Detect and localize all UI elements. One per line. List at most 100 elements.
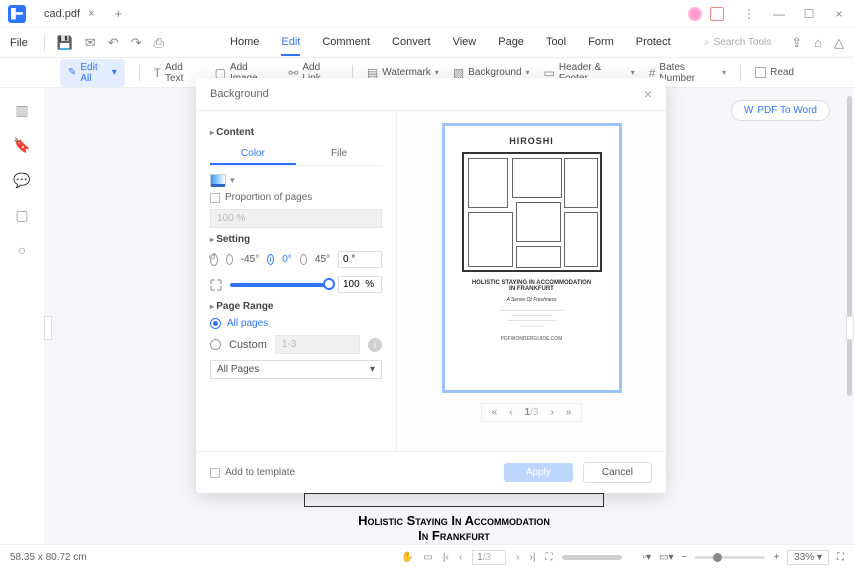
page-indicator: 1/3 — [525, 407, 539, 418]
apply-button[interactable]: Apply — [504, 463, 573, 482]
undo-icon[interactable]: ↶ — [108, 35, 119, 51]
menubar: File 💾 ✉ ↶ ↷ ⎙ Home Edit Comment Convert… — [0, 28, 854, 58]
preview-page: HIROSHI Holistic Staying In Accommodatio… — [442, 123, 622, 393]
tab-page[interactable]: Page — [498, 30, 524, 56]
hand-tool-icon[interactable]: ✋ — [401, 552, 413, 563]
next-page-icon[interactable]: › — [516, 552, 519, 563]
add-to-template-checkbox[interactable]: Add to template — [210, 467, 295, 478]
vertical-scrollbar[interactable] — [847, 96, 852, 396]
left-rail: ▥ 🔖 💬 ▢ ○ — [0, 88, 44, 544]
cloud-upload-icon[interactable]: △ — [834, 35, 844, 51]
rotation-pos45-radio[interactable] — [300, 254, 307, 265]
app-logo — [8, 5, 26, 23]
pdf-to-word-button[interactable]: W PDF To Word — [731, 100, 830, 121]
minimize-button[interactable]: — — [764, 7, 794, 21]
fit-width-icon[interactable]: ⛶ — [545, 552, 552, 563]
color-tab[interactable]: Color — [210, 144, 296, 165]
preview-caption: Holistic Staying In Accommodation In Fra… — [472, 280, 591, 292]
page-input[interactable]: 1/3 — [472, 550, 506, 565]
close-window-button[interactable]: × — [824, 7, 854, 21]
checkbox-icon — [210, 468, 220, 478]
tab-view[interactable]: View — [453, 30, 477, 56]
read-checkbox[interactable]: Read — [755, 67, 794, 78]
add-text-button[interactable]: TAdd Text — [154, 62, 201, 84]
last-page-icon[interactable]: » — [566, 407, 572, 418]
close-tab-icon[interactable]: × — [88, 8, 94, 20]
zoom-in-icon[interactable]: + — [773, 552, 779, 563]
mail-icon[interactable]: ✉ — [85, 35, 96, 51]
chevron-down-icon: ▾ — [370, 364, 375, 375]
file-tab[interactable]: File — [296, 144, 382, 165]
fullscreen-icon[interactable]: ⛶ — [837, 552, 844, 563]
redo-icon[interactable]: ↷ — [131, 35, 142, 51]
zoom-slider[interactable] — [695, 556, 765, 559]
collapse-left-handle[interactable] — [44, 316, 52, 340]
tab-tool[interactable]: Tool — [546, 30, 566, 56]
attachments-icon[interactable]: ▢ — [15, 207, 28, 224]
new-tab-button[interactable]: + — [115, 6, 123, 21]
thumbnails-icon[interactable]: ▥ — [15, 102, 28, 119]
avatar-icon[interactable] — [688, 7, 702, 21]
background-dialog: Background × Content Color File ▾ Propor… — [196, 78, 666, 493]
document-tab[interactable]: cad.pdf × — [34, 8, 105, 20]
tab-protect[interactable]: Protect — [636, 30, 671, 56]
pages-select[interactable]: All Pages ▾ — [210, 360, 382, 379]
chevron-down-icon[interactable]: ▾ — [230, 175, 235, 186]
preview-title: HIROSHI — [509, 136, 554, 146]
preview-url: PDFWONDERGUIDE.COM — [501, 336, 563, 343]
menu-tabs: Home Edit Comment Convert View Page Tool… — [230, 30, 671, 56]
chevron-down-icon: ▾ — [526, 68, 530, 77]
custom-radio[interactable] — [210, 339, 221, 350]
tab-edit[interactable]: Edit — [281, 30, 300, 56]
save-icon[interactable]: 💾 — [57, 35, 73, 51]
comments-icon[interactable]: 💬 — [13, 172, 30, 189]
page-range-section-label: Page Range — [210, 301, 382, 312]
titlebar: cad.pdf × + ⋮ — ☐ × — [0, 0, 854, 28]
file-menu[interactable]: File — [0, 37, 38, 49]
proportion-input: 100 % — [210, 209, 382, 228]
tab-home[interactable]: Home — [230, 30, 259, 56]
edit-all-button[interactable]: ✎ Edit All ▾ — [60, 59, 125, 87]
close-dialog-button[interactable]: × — [644, 86, 652, 102]
search-panel-icon[interactable]: ○ — [18, 242, 26, 258]
next-page-icon[interactable]: › — [550, 407, 553, 418]
tab-form[interactable]: Form — [588, 30, 614, 56]
cloud-icon[interactable]: ⌂ — [814, 35, 822, 51]
zoom-level[interactable]: 33% ▾ — [787, 550, 829, 565]
bookmarks-icon[interactable]: 🔖 — [13, 137, 30, 154]
search-icon: ⌕ — [704, 37, 710, 48]
horizontal-scrollbar[interactable] — [562, 555, 622, 560]
cancel-button[interactable]: Cancel — [583, 462, 652, 483]
scale-input[interactable] — [338, 276, 382, 293]
rotate-ccw-icon[interactable] — [210, 254, 218, 266]
preview-subtitle: A Sense Of Freshness — [506, 297, 556, 303]
print-icon[interactable]: ⎙ — [154, 35, 164, 51]
share-icon[interactable]: ⇪ — [791, 35, 802, 51]
collapse-right-handle[interactable] — [846, 316, 854, 340]
color-swatch[interactable] — [210, 174, 226, 186]
kebab-menu-icon[interactable]: ⋮ — [734, 7, 764, 21]
select-tool-icon[interactable]: ▭ — [423, 552, 432, 563]
tab-convert[interactable]: Convert — [392, 30, 431, 56]
word-icon: W — [744, 105, 753, 116]
rotation-0-radio[interactable] — [267, 254, 274, 265]
zoom-out-icon[interactable]: − — [681, 552, 687, 563]
first-page-icon[interactable]: « — [492, 407, 498, 418]
preview-floorplan-image — [462, 152, 602, 272]
rotation-input[interactable] — [338, 251, 382, 268]
notification-icon[interactable] — [710, 7, 724, 21]
last-page-icon[interactable]: ›| — [530, 552, 536, 563]
first-page-icon[interactable]: |‹ — [443, 552, 449, 563]
page-layout-icon[interactable]: ▭▾ — [659, 552, 673, 563]
all-pages-radio[interactable] — [210, 318, 221, 329]
proportion-checkbox[interactable]: Proportion of pages — [210, 192, 382, 203]
rotation-neg45-radio[interactable] — [226, 254, 233, 265]
prev-page-icon[interactable]: ‹ — [509, 407, 512, 418]
prev-page-icon[interactable]: ‹ — [459, 552, 462, 563]
scale-slider[interactable] — [230, 283, 330, 287]
view-mode-icon[interactable]: ▫▾ — [642, 552, 651, 563]
search-tools[interactable]: ⌕ Search Tools — [704, 37, 771, 48]
info-icon[interactable]: i — [368, 338, 382, 352]
maximize-button[interactable]: ☐ — [794, 7, 824, 21]
tab-comment[interactable]: Comment — [322, 30, 370, 56]
